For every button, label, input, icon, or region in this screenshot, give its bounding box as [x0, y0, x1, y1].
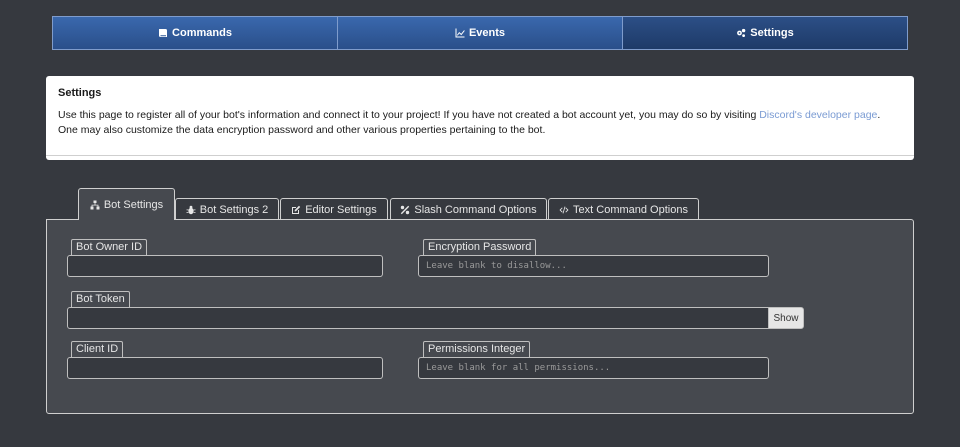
nav-events-button[interactable]: Events	[338, 17, 623, 49]
bot-owner-id-input[interactable]	[67, 255, 383, 277]
tab-editor-settings[interactable]: Editor Settings	[280, 198, 388, 220]
info-title: Settings	[58, 87, 102, 99]
nav-settings-label: Settings	[750, 27, 794, 39]
encryption-password-input[interactable]	[418, 255, 769, 277]
tab-editor-settings-label: Editor Settings	[305, 203, 377, 216]
tab-slash-command-options-label: Slash Command Options	[414, 203, 537, 216]
show-token-button[interactable]: Show	[768, 307, 804, 329]
bot-owner-id-label: Bot Owner ID	[71, 239, 148, 255]
info-desc-before: Use this page to register all of your bo…	[58, 109, 760, 121]
tab-bot-settings-2[interactable]: Bot Settings 2	[175, 198, 279, 220]
tab-slash-command-options[interactable]: Slash Command Options	[390, 198, 547, 220]
info-panel: Settings Use this page to register all o…	[46, 76, 914, 160]
percent-icon	[401, 205, 410, 214]
nav-events-label: Events	[468, 27, 506, 39]
bot-settings-panel: Bot Owner ID Encryption Password Bot Tok…	[46, 219, 914, 414]
client-id-input[interactable]	[67, 357, 383, 379]
bot-token-input[interactable]	[67, 307, 769, 329]
tab-bot-settings-2-label: Bot Settings 2	[199, 203, 269, 216]
tab-text-command-options-label: Text Command Options	[573, 203, 688, 216]
permissions-integer-label: Permissions Integer	[423, 341, 531, 357]
bot-token-label: Bot Token	[71, 291, 130, 307]
gears-icon	[737, 28, 746, 37]
edit-icon	[292, 205, 301, 214]
tab-bot-settings-label: Bot Settings	[103, 198, 164, 211]
client-id-label: Client ID	[71, 341, 124, 357]
sitemap-icon	[90, 200, 100, 209]
info-description: Use this page to register all of your bo…	[58, 108, 902, 138]
nav-settings-button[interactable]: Settings	[623, 17, 907, 49]
bug-icon	[186, 205, 196, 214]
top-nav: Commands Events Settings	[52, 16, 908, 50]
permissions-integer-input[interactable]	[418, 357, 769, 379]
encryption-password-label: Encryption Password	[423, 239, 537, 255]
code-icon	[559, 206, 569, 213]
book-icon	[159, 29, 168, 37]
tab-text-command-options[interactable]: Text Command Options	[548, 198, 699, 220]
line-chart-icon	[455, 28, 465, 38]
discord-developer-link[interactable]: Discord's developer page	[759, 109, 877, 121]
nav-commands-label: Commands	[172, 27, 232, 39]
info-divider	[46, 155, 914, 156]
nav-commands-button[interactable]: Commands	[53, 17, 338, 49]
tab-bot-settings[interactable]: Bot Settings	[78, 188, 175, 220]
